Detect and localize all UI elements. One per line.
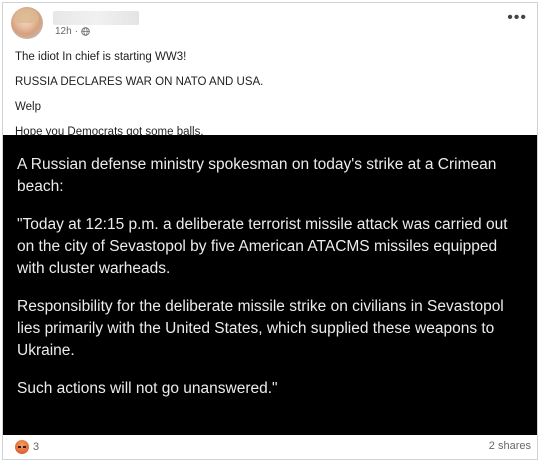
shares-count[interactable]: 2 shares [489,440,531,452]
author-name-redacted[interactable] [53,11,139,25]
post-time[interactable]: 12h [55,26,72,37]
avatar[interactable] [11,7,43,39]
post-footer: 3 2 shares [3,435,537,459]
post-caption: The idiot In chief is starting WW3! RUSS… [15,49,525,149]
reaction-count: 3 [33,441,40,453]
post-card: 12h · ••• The idiot In chief is starting… [2,2,538,460]
image-text: A Russian defense ministry spokesman on … [17,154,527,416]
caption-line: The idiot In chief is starting WW3! [15,51,187,63]
caption-line: Welp [15,101,41,113]
image-paragraph: Such actions will not go unanswered." [17,380,278,397]
caption-line: RUSSIA DECLARES WAR ON NATO AND USA. [15,76,264,88]
post-header: 12h · ••• [11,7,531,41]
more-options-icon[interactable]: ••• [507,10,527,26]
reactions-summary[interactable]: 3 [15,440,39,454]
image-paragraph: "Today at 12:15 p.m. a deliberate terror… [17,216,508,277]
image-paragraph: A Russian defense ministry spokesman on … [17,156,497,195]
post-image[interactable]: A Russian defense ministry spokesman on … [3,135,537,435]
globe-icon [81,27,90,36]
image-paragraph: Responsibility for the deliberate missil… [17,298,504,359]
angry-reaction-icon [15,440,29,454]
post-meta: 12h · [55,26,90,37]
